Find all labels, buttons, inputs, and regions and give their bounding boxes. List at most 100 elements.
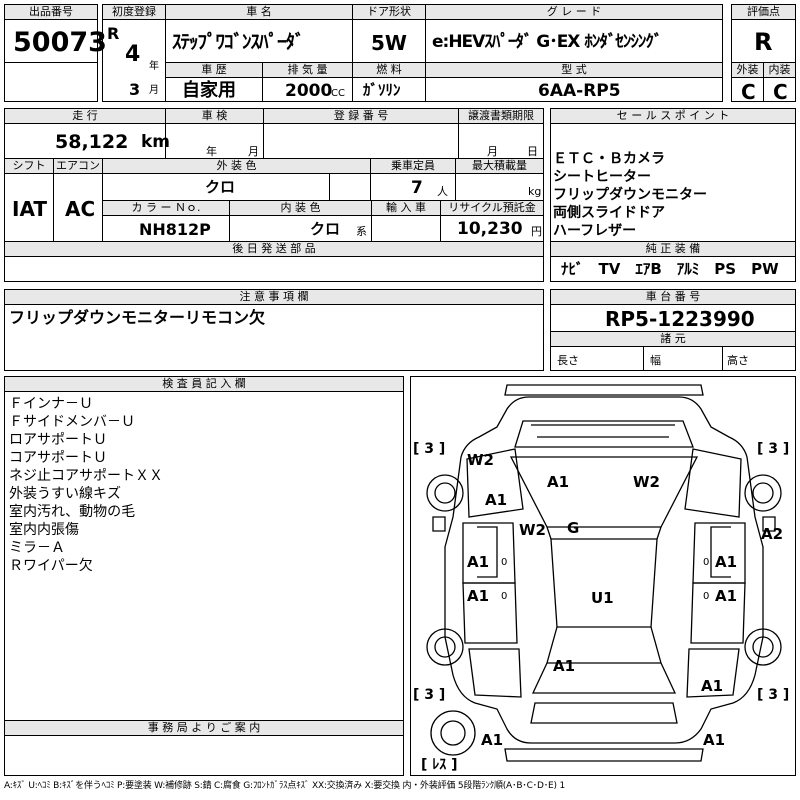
- sales-point: 両側スライドドア: [553, 205, 665, 221]
- damage-mark: A1: [715, 553, 737, 571]
- ac-box: AC: [53, 173, 103, 242]
- recycle: 10,230: [457, 219, 523, 239]
- inspection-label: 車 検: [165, 108, 264, 124]
- chassis-box: RP5-1223990: [550, 304, 796, 332]
- inspector-line: コアサポートＵ: [9, 450, 107, 466]
- damage-marks: W2 A1 A1 W2 W2 G A2 A1 A1 A1 A1 U1 A1 A2…: [467, 451, 783, 749]
- specs-label: 諸 元: [550, 331, 796, 347]
- history: 自家用: [182, 80, 236, 101]
- damage-mark: A1: [467, 587, 489, 605]
- door-type: 5W: [371, 31, 407, 55]
- recycle-label: リサイクル預託金: [440, 200, 544, 216]
- equip-label: 純 正 装 備: [550, 241, 796, 257]
- inspector-label: 検 査 員 記 入 欄: [4, 376, 404, 392]
- capacity-box: 7 人: [370, 173, 456, 201]
- damage-mark: A2: [761, 525, 783, 543]
- transfer-box: 月 日: [458, 123, 544, 159]
- door-box: 5W: [352, 19, 426, 63]
- exterior-box: C: [731, 77, 764, 102]
- shift-label: シフト: [4, 158, 54, 174]
- sales-point: シートヒーター: [553, 169, 651, 185]
- int-color-box: クロ 系: [229, 215, 372, 242]
- damage-mark: A1: [481, 731, 503, 749]
- damage-mark: W2: [467, 451, 494, 469]
- damage-mark: A1: [485, 491, 507, 509]
- sales-point: フリップダウンモニター: [553, 187, 707, 203]
- door-label: ドア形状: [352, 4, 426, 20]
- notes-box: フリップダウンモニターリモコン欠: [4, 304, 544, 371]
- width-box: 幅: [643, 346, 723, 371]
- month-unit: 月: [149, 85, 159, 96]
- damage-mark: A1: [467, 553, 489, 571]
- inspector-line: 室内汚れ、動物の毛: [9, 504, 136, 520]
- transfer-label: 譲渡書類期限: [458, 108, 544, 124]
- sales-points: ＥＴＣ・Ｂカメラ シートヒーター フリップダウンモニター 両側スライドドア ハー…: [553, 150, 707, 240]
- fuel-label: 燃 料: [352, 62, 426, 78]
- color-blank: [329, 173, 371, 201]
- height-label: 高さ: [727, 354, 749, 367]
- displacement-label: 排 気 量: [262, 62, 353, 78]
- score-box: R: [731, 19, 796, 63]
- model-label: 型 式: [425, 62, 723, 78]
- grade: e:HEVｽﾊﾟｰﾀﾞ G･EX ﾎﾝﾀﾞｾﾝｼﾝｸﾞ: [432, 32, 662, 52]
- spare-tire-less: [ ﾚｽ ]: [421, 757, 458, 773]
- damage-mark: A1: [715, 587, 737, 605]
- legend: A:ｷｽﾞ U:ﾍｺﾐ B:ｷｽﾞを伴うﾍｺﾐ P:要塗装 W:補修跡 S:錆 …: [4, 781, 565, 791]
- transfer-day-unit: 日: [527, 145, 538, 158]
- damage-mark: A1: [701, 677, 723, 695]
- inspector-box: Ｆインナ－Ｕ Ｆサイドメンバ－Ｕ ロアサポートＵ コアサポートＵ ネジ止コアサポ…: [4, 391, 404, 721]
- first-reg-box: R 4 年 3 月: [102, 19, 166, 102]
- office-label: 事 務 局 よ り ご 案 内: [4, 720, 404, 736]
- damage-mark: A1: [553, 657, 575, 675]
- notes-label: 注 意 事 項 欄: [4, 289, 544, 305]
- inspector-line: ミラ－Ａ: [9, 540, 65, 556]
- mileage: 58,122: [55, 131, 129, 153]
- colorno: NH812P: [139, 220, 211, 239]
- interior-label: 内装: [763, 62, 796, 78]
- reg-year: 4: [125, 42, 141, 67]
- svg-text:0: 0: [501, 591, 507, 602]
- interior-box: C: [763, 77, 796, 102]
- ac-label: エアコン: [53, 158, 103, 174]
- ac: AC: [65, 197, 96, 221]
- model: 6AA-RP5: [538, 81, 621, 101]
- car-name-label: 車 名: [165, 4, 353, 20]
- grade-label: グ レ ー ド: [425, 4, 723, 20]
- recycle-unit: 円: [531, 225, 542, 238]
- inspector-line: 室内内張傷: [9, 522, 79, 538]
- shift-box: IAT: [4, 173, 54, 242]
- chassis-number: RP5-1223990: [605, 307, 755, 331]
- int-color: クロ: [310, 220, 341, 238]
- exterior-label: 外装: [731, 62, 764, 78]
- inspection-month-unit: 月: [248, 145, 259, 158]
- damage-mark: G: [567, 519, 579, 537]
- year-unit: 年: [149, 61, 159, 72]
- grade-box: e:HEVｽﾊﾟｰﾀﾞ G･EX ﾎﾝﾀﾞｾﾝｼﾝｸﾞ: [425, 19, 723, 63]
- fuel-box: ｶﾞｿﾘﾝ: [352, 77, 426, 102]
- score: R: [754, 28, 773, 56]
- displacement-box: 2000 CC: [262, 77, 353, 102]
- int-color-label: 内 装 色: [229, 200, 372, 216]
- later-parts-box: [4, 256, 544, 282]
- office-box: [4, 735, 404, 776]
- color-label: 外 装 色: [102, 158, 371, 174]
- shift: IAT: [12, 197, 48, 221]
- chassis-label: 車 台 番 号: [550, 289, 796, 305]
- damage-diagram: [ 3 ] [ 3 ] [ 3 ] [ 3 ] [ ﾚｽ ] W2 A1 A1 …: [410, 376, 796, 776]
- reg-number-box: [263, 123, 459, 159]
- height-box: 高さ: [722, 346, 796, 371]
- load-box: kg: [455, 173, 544, 201]
- displacement-unit: CC: [331, 88, 345, 99]
- reg-month: 3: [129, 80, 141, 99]
- tire-fl-tread: [ 3 ]: [413, 441, 445, 457]
- score-label: 評価点: [731, 4, 796, 20]
- int-color-unit: 系: [356, 225, 367, 238]
- load-unit: kg: [528, 185, 542, 198]
- sales-box: ＥＴＣ・Ｂカメラ シートヒーター フリップダウンモニター 両側スライドドア ハー…: [550, 123, 796, 242]
- later-parts-label: 後 日 発 送 部 品: [4, 241, 544, 257]
- inspector-line: Ｆサイドメンバ－Ｕ: [9, 414, 135, 430]
- inspector-line: ネジ止コアサポートＸＸ: [9, 468, 163, 484]
- lot-number-box: 50073: [4, 19, 107, 63]
- era: R: [107, 24, 120, 43]
- damage-mark: A1: [703, 731, 725, 749]
